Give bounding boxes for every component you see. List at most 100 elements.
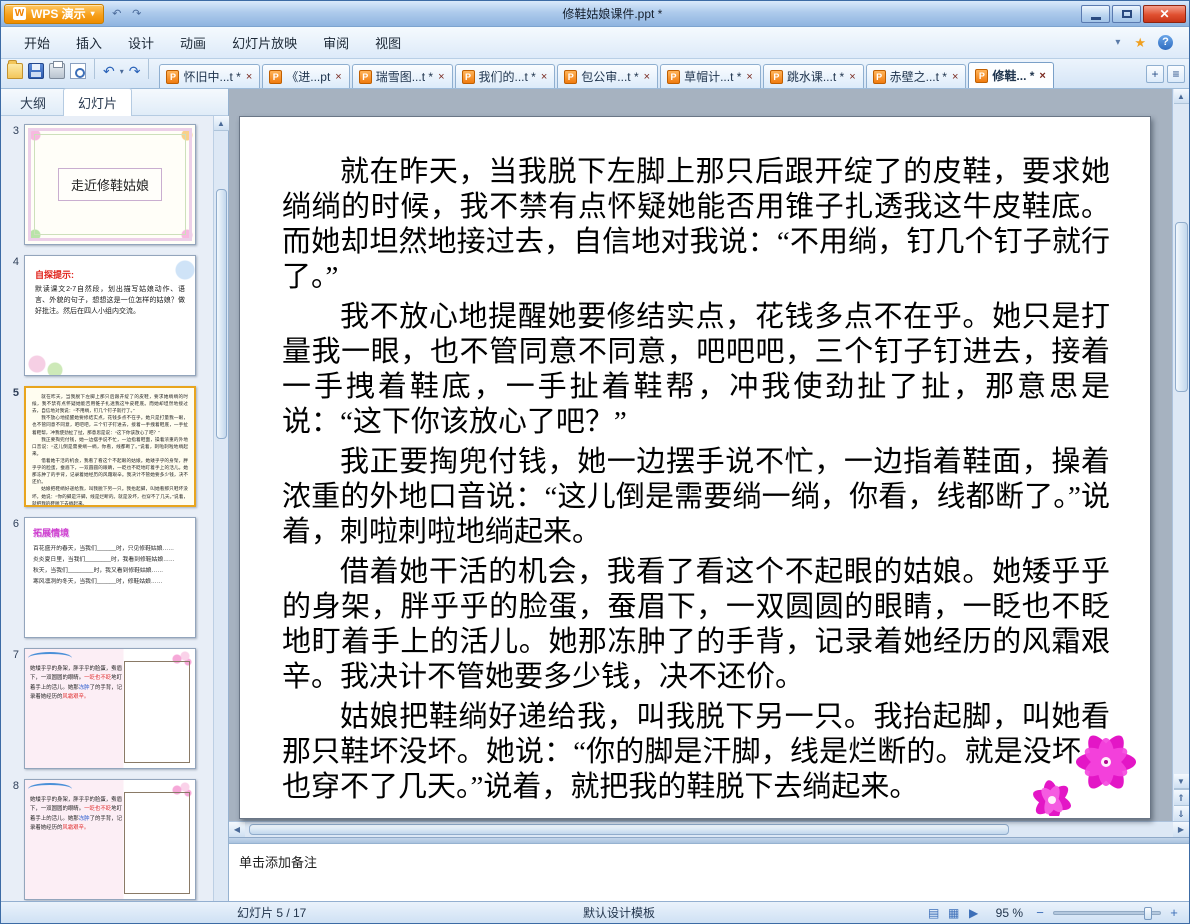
help-icon[interactable]: ? [1158,35,1173,50]
doc-tab[interactable]: P 我们的...t * × [454,64,556,88]
slide-sorter-icon[interactable]: ▦ [946,906,962,920]
text-segment-blue: 冻肿 [78,684,90,691]
tab-close-icon[interactable]: × [643,71,651,83]
design-template-label[interactable]: 默认设计模板 [577,904,661,921]
tab-close-icon[interactable]: × [745,71,753,83]
menu-item-slideshow[interactable]: 幻灯片放映 [219,27,310,58]
doc-tab[interactable]: P 草帽计...t * × [660,64,761,88]
minimize-button[interactable] [1081,4,1110,23]
doc-tab-label: 《进...pt [286,70,331,84]
doc-tab[interactable]: P 《进...pt × [262,64,350,88]
notes-pane[interactable]: 单击添加备注 [229,843,1189,901]
scroll-down-icon[interactable]: ▼ [1173,774,1189,789]
promo-star-icon[interactable]: ★ [1128,35,1152,51]
slide-thumbnail[interactable]: 走近修鞋姑娘 [24,124,196,245]
tab-close-icon[interactable]: × [437,71,445,83]
tab-close-icon[interactable]: × [245,71,253,83]
scrollbar-thumb[interactable] [215,189,227,439]
slide-thumbnail[interactable]: 她矮乎乎的身架，胖乎乎的脸蛋，蚕眉下，一双圆圆的眼睛。一眨也不眨地盯着手上的活儿… [24,648,196,769]
doc-tab[interactable]: P 跳水课...t * × [762,64,864,88]
slide-thumbnail-selected[interactable]: 就在昨天，当我脱下左脚上那只后跟开绽了的皮鞋，要求她绱绱的时候，我不禁有点怀疑她… [24,386,196,507]
previous-slide-button[interactable]: ⇑ [1173,789,1189,805]
scroll-left-icon[interactable]: ◀ [229,822,245,837]
slide-paragraph: 姑娘把鞋绱好递给我，叫我脱下另一只。我抬起脚，叫她看那只鞋坏没坏。她说：“你的脚… [282,701,1110,803]
tab-close-icon[interactable]: × [951,71,959,83]
slide-thumbnail[interactable]: 自探提示: 默读课文2-7自然段，划出描写姑娘动作、语言、外貌的句子，想想这是一… [24,255,196,376]
doc-tab[interactable]: P 瑞雪图...t * × [351,64,453,88]
file-tool-group: ↶ ▾ ↷ [5,59,156,88]
close-icon: ✕ [1159,6,1170,21]
menu-item-home[interactable]: 开始 [11,27,63,58]
scrollbar-thumb[interactable] [1174,222,1188,392]
redo-icon[interactable]: ↷ [129,63,141,79]
menu-item-view[interactable]: 视图 [362,27,414,58]
scroll-up-icon[interactable]: ▲ [213,116,229,131]
next-slide-button[interactable]: ⇓ [1173,805,1189,821]
slide-thumbnail[interactable]: 她矮乎乎的身架，胖乎乎的脸蛋，蚕眉下，一双圆圆的眼睛。一眨也不眨地盯着手上的活儿… [24,779,196,900]
doc-tab-label: 跳水课...t * [786,70,845,84]
tab-close-icon[interactable]: × [848,71,856,83]
doc-tab[interactable]: P 赤壁之...t * × [865,64,967,88]
slide-text-block[interactable]: 就在昨天，当我脱下左脚上那只后跟开绽了的皮鞋，要求她绱绱的时候，我不禁有点怀疑她… [240,117,1150,805]
doc-tab-label: 包公审...t * [581,70,639,84]
flower-decoration [1033,735,1136,816]
menubar: 开始 插入 设计 动画 幻灯片放映 审阅 视图 ▾ ★ ? [1,27,1189,59]
scroll-up-icon[interactable]: ▲ [1173,89,1189,104]
thumb-paragraph: 借着她干活的机会，我看了看这个不起眼的姑娘。她矮乎乎的身架，胖乎乎的脸蛋，蚕眉下… [32,457,188,485]
zoom-out-button[interactable]: − [1033,905,1047,920]
close-button[interactable]: ✕ [1143,4,1186,23]
wps-logo-icon: W [13,7,26,20]
normal-view-icon[interactable]: ▤ [926,906,942,920]
quick-save-icon[interactable]: ↶ [110,7,124,21]
slide-canvas[interactable]: 就在昨天，当我脱下左脚上那只后跟开绽了的皮鞋，要求她绱绱的时候，我不禁有点怀疑她… [229,89,1172,821]
tab-close-icon[interactable]: × [1038,70,1046,82]
photo-placeholder [124,792,190,894]
text-segment-blue: 冻肿 [78,815,90,822]
undo-icon[interactable]: ↶ [103,63,115,79]
wps-app-button[interactable]: W WPS 演示 ▾ [4,3,104,24]
doc-tab[interactable]: P 怀旧中...t * × [159,64,261,88]
maximize-button[interactable] [1112,4,1141,23]
scroll-right-icon[interactable]: ▶ [1173,822,1189,837]
slide-number: 7 [12,649,19,661]
menu-item-review[interactable]: 审阅 [310,27,362,58]
menu-item-insert[interactable]: 插入 [63,27,115,58]
thumb-line: 秋天，当我们________时，我又看到修鞋姑娘…… [33,568,164,574]
horizontal-scrollbar[interactable]: ◀ ▶ [229,821,1189,837]
zoom-slider-thumb[interactable] [1144,906,1153,920]
minimize-icon [1090,16,1101,20]
scrollbar-thumb[interactable] [249,824,1009,835]
presentation-doc-icon: P [667,69,681,84]
notes-placeholder[interactable]: 单击添加备注 [239,852,1179,871]
doc-tab-label: 修鞋... * [992,69,1035,83]
current-slide[interactable]: 就在昨天，当我脱下左脚上那只后跟开绽了的皮鞋，要求她绱绱的时候，我不禁有点怀疑她… [239,116,1151,819]
tab-list-button[interactable]: ≡ [1167,65,1185,83]
tab-close-icon[interactable]: × [334,71,342,83]
open-file-icon[interactable] [7,60,23,79]
print-preview-icon[interactable] [70,63,86,79]
print-icon[interactable] [49,61,65,79]
save-icon[interactable] [28,63,44,79]
new-tab-button[interactable]: + [1146,65,1164,83]
slide-number: 3 [12,125,19,137]
undo-dropdown-icon[interactable]: ▾ [120,67,124,76]
menu-item-design[interactable]: 设计 [115,27,167,58]
zoom-in-button[interactable]: + [1167,905,1181,920]
menu-item-animation[interactable]: 动画 [167,27,219,58]
thumb-paragraph: 我正要掏兜付钱，她一边摆手说不忙，一边指着鞋面，操着浓重的外地口音说：“这儿倒是… [32,436,188,456]
tab-slides[interactable]: 幻灯片 [63,88,133,116]
vertical-scrollbar[interactable]: ▲ ▼ ⇑ ⇓ [1172,89,1189,821]
tab-outline[interactable]: 大纲 [5,88,61,115]
slideshow-icon[interactable]: ▶ [966,906,982,920]
quick-redo-icon[interactable]: ↷ [130,7,144,21]
tab-close-icon[interactable]: × [540,71,548,83]
doc-tab-label: 瑞雪图...t * [375,70,434,84]
slide-thumbnail[interactable]: 拓展情境 百花盛开的春天，当我们______时，只见修鞋姑娘…… 炎炎夏日里，当… [24,517,196,638]
doc-tab-active[interactable]: P 修鞋... * × [968,62,1054,88]
doc-tab-label: 我们的...t * [478,70,536,84]
sidebar-scrollbar[interactable]: ▲ [213,116,229,901]
doc-tab[interactable]: P 包公审...t * × [557,64,659,88]
ribbon-collapse-icon[interactable]: ▾ [1107,37,1128,48]
zoom-slider[interactable] [1053,906,1162,920]
chevron-down-icon: ▾ [90,9,95,18]
